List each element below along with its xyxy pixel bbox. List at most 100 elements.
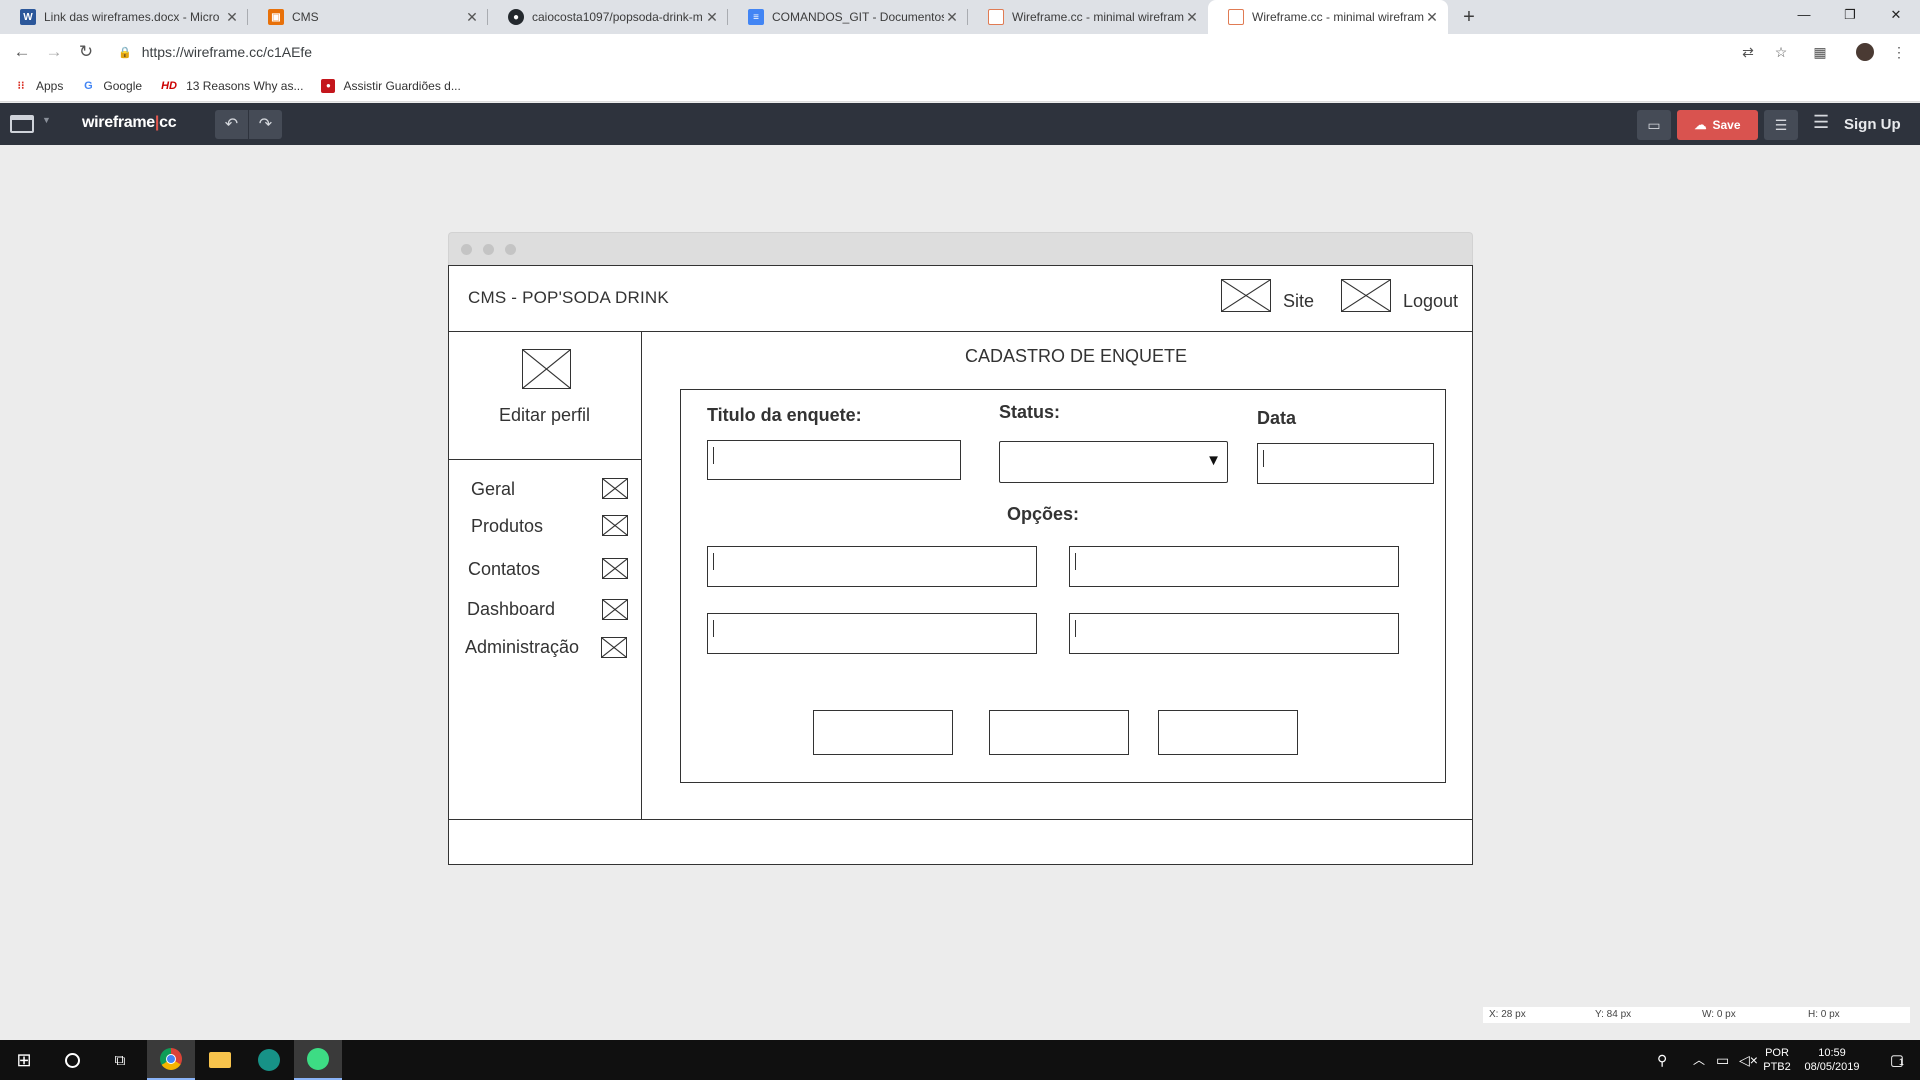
clock[interactable]: 10:59 08/05/2019 bbox=[1796, 1046, 1868, 1074]
profile-avatar[interactable] bbox=[1856, 43, 1874, 61]
hamburger-menu-icon[interactable]: ☰ bbox=[1813, 112, 1829, 133]
browser-tab-1[interactable]: W Link das wireframes.docx - Micro ✕ bbox=[0, 0, 248, 34]
wireframe-page[interactable]: CMS - POP'SODA DRINK Site Logout Editar … bbox=[448, 265, 1473, 865]
options-label[interactable]: Opções: bbox=[1007, 504, 1079, 525]
page-title[interactable]: CMS - POP'SODA DRINK bbox=[468, 288, 669, 308]
bookmark-google[interactable]: G Google bbox=[81, 79, 142, 93]
tab-title: Wireframe.cc - minimal wirefram bbox=[1012, 10, 1184, 24]
network-icon[interactable]: ▭ bbox=[1716, 1052, 1729, 1069]
undo-icon[interactable]: ↶ bbox=[215, 110, 249, 139]
bookmark-guardioes[interactable]: ● Assistir Guardiões d... bbox=[321, 78, 461, 93]
site-link[interactable]: Site bbox=[1283, 291, 1314, 312]
save-button[interactable]: ☁ Save bbox=[1677, 110, 1758, 140]
option-input-2[interactable] bbox=[1069, 546, 1399, 587]
wireframe-sidebar[interactable]: Editar perfil Geral Produtos Contatos Da… bbox=[449, 332, 642, 819]
administracao-image-icon[interactable] bbox=[601, 637, 627, 658]
word-icon: W bbox=[20, 9, 36, 25]
bookmark-apps[interactable]: ⁝⁝ Apps bbox=[14, 79, 64, 93]
sidebar-item-dashboard[interactable]: Dashboard bbox=[467, 599, 555, 620]
chrome-taskbar-icon[interactable] bbox=[147, 1040, 195, 1080]
extension-icon[interactable]: ▦ bbox=[1810, 42, 1830, 62]
browser-tab-4[interactable]: ≡ COMANDOS_GIT - Documentos ✕ bbox=[728, 0, 968, 34]
kebab-menu-icon[interactable]: ⋮ bbox=[1889, 42, 1909, 62]
gitkraken-icon[interactable] bbox=[245, 1040, 293, 1080]
close-tab-icon[interactable]: ✕ bbox=[704, 9, 720, 26]
redo-icon[interactable]: ↷ bbox=[249, 110, 282, 139]
sign-up-link[interactable]: Sign Up bbox=[1844, 116, 1901, 133]
people-icon[interactable]: ⚲ bbox=[1657, 1052, 1667, 1069]
logout-link[interactable]: Logout bbox=[1403, 291, 1458, 312]
title-input[interactable] bbox=[707, 440, 961, 480]
contatos-image-icon[interactable] bbox=[602, 558, 628, 579]
browser-tab-2[interactable]: ▣ CMS ✕ bbox=[248, 0, 488, 34]
section-title[interactable]: CADASTRO DE ENQUETE bbox=[642, 346, 1472, 367]
dashboard-image-icon[interactable] bbox=[602, 599, 628, 620]
date-input[interactable] bbox=[1257, 443, 1434, 484]
wireframe-content[interactable]: CADASTRO DE ENQUETE Titulo da enquete: S… bbox=[642, 332, 1472, 819]
enquete-form[interactable]: Titulo da enquete: Status: ▼ Data Opções… bbox=[680, 389, 1446, 783]
search-icon[interactable] bbox=[48, 1040, 96, 1080]
close-tab-icon[interactable]: ✕ bbox=[464, 9, 480, 26]
github-icon: ● bbox=[508, 9, 524, 25]
sidebar-item-geral[interactable]: Geral bbox=[471, 479, 515, 500]
browser-tab-5[interactable]: Wireframe.cc - minimal wirefram ✕ bbox=[968, 0, 1208, 34]
bookmark-13-reasons[interactable]: HD 13 Reasons Why as... bbox=[160, 79, 303, 93]
comment-icon[interactable]: ▭ bbox=[1637, 110, 1671, 140]
undo-redo-group: ↶ ↷ bbox=[215, 110, 282, 139]
task-view-icon[interactable]: ⧉ bbox=[96, 1040, 144, 1080]
wireframe-icon bbox=[1228, 9, 1244, 25]
sidebar-item-produtos[interactable]: Produtos bbox=[471, 516, 543, 537]
browser-tab-6-active[interactable]: Wireframe.cc - minimal wirefram ✕ bbox=[1208, 0, 1448, 34]
form-button-2[interactable] bbox=[989, 710, 1129, 755]
title-label[interactable]: Titulo da enquete: bbox=[707, 405, 862, 426]
browser-tab-strip: W Link das wireframes.docx - Micro ✕ ▣ C… bbox=[0, 0, 1920, 34]
close-window-button[interactable]: ✕ bbox=[1873, 0, 1919, 30]
close-tab-icon[interactable]: ✕ bbox=[1424, 9, 1440, 26]
forward-arrow-icon[interactable]: → bbox=[42, 40, 66, 64]
geral-image-icon[interactable] bbox=[602, 478, 628, 499]
chevron-up-icon[interactable]: ︿ bbox=[1693, 1051, 1705, 1068]
new-tab-button[interactable]: + bbox=[1455, 4, 1483, 30]
option-input-1[interactable] bbox=[707, 546, 1037, 587]
settings-sliders-icon[interactable]: ☰ bbox=[1764, 110, 1798, 140]
chevron-down-icon[interactable]: ▼ bbox=[42, 115, 51, 125]
date-label[interactable]: Data bbox=[1257, 408, 1296, 429]
option-input-4[interactable] bbox=[1069, 613, 1399, 654]
close-tab-icon[interactable]: ✕ bbox=[1184, 9, 1200, 26]
wireframe-browser-window[interactable]: CMS - POP'SODA DRINK Site Logout Editar … bbox=[448, 232, 1473, 865]
profile-image-icon[interactable] bbox=[522, 349, 571, 389]
notification-center-icon[interactable]: ▢ 1 bbox=[1874, 1040, 1920, 1080]
file-explorer-icon[interactable] bbox=[196, 1040, 244, 1080]
wireframe-header[interactable]: CMS - POP'SODA DRINK Site Logout bbox=[449, 266, 1472, 332]
volume-muted-icon[interactable]: ◁× bbox=[1739, 1052, 1758, 1069]
android-studio-icon[interactable] bbox=[294, 1040, 342, 1080]
close-tab-icon[interactable]: ✕ bbox=[944, 9, 960, 26]
restore-window-button[interactable]: ❐ bbox=[1827, 0, 1873, 30]
windows-start-icon[interactable]: ⊞ bbox=[0, 1040, 48, 1080]
status-label[interactable]: Status: bbox=[999, 402, 1060, 423]
bookmarks-bar: ⁝⁝ Apps G Google HD 13 Reasons Why as...… bbox=[0, 70, 1920, 102]
window-type-icon[interactable] bbox=[10, 115, 34, 133]
edit-profile-link[interactable]: Editar perfil bbox=[499, 405, 590, 426]
address-bar[interactable]: 🔒 https://wireframe.cc/c1AEfe bbox=[110, 38, 1770, 66]
reload-icon[interactable]: ↻ bbox=[74, 40, 98, 64]
close-tab-icon[interactable]: ✕ bbox=[224, 9, 240, 26]
form-button-3[interactable] bbox=[1158, 710, 1298, 755]
translate-icon[interactable]: ⇄ bbox=[1738, 42, 1758, 62]
status-select[interactable]: ▼ bbox=[999, 441, 1228, 483]
app-logo[interactable]: wireframe|cc bbox=[82, 114, 177, 132]
language-indicator[interactable]: POR PTB2 bbox=[1762, 1046, 1792, 1074]
minimize-window-button[interactable]: — bbox=[1781, 0, 1827, 30]
site-image-icon[interactable] bbox=[1221, 279, 1271, 312]
form-button-1[interactable] bbox=[813, 710, 953, 755]
logout-image-icon[interactable] bbox=[1341, 279, 1391, 312]
sidebar-item-administracao[interactable]: Administração bbox=[465, 637, 579, 658]
back-arrow-icon[interactable]: ← bbox=[10, 40, 34, 64]
logo-suffix: cc bbox=[159, 114, 177, 131]
bookmark-star-icon[interactable]: ☆ bbox=[1771, 42, 1791, 62]
wireframe-footer[interactable] bbox=[449, 819, 1472, 820]
produtos-image-icon[interactable] bbox=[602, 515, 628, 536]
sidebar-item-contatos[interactable]: Contatos bbox=[468, 559, 540, 580]
browser-tab-3[interactable]: ● caiocosta1097/popsoda-drink-m ✕ bbox=[488, 0, 728, 34]
option-input-3[interactable] bbox=[707, 613, 1037, 654]
